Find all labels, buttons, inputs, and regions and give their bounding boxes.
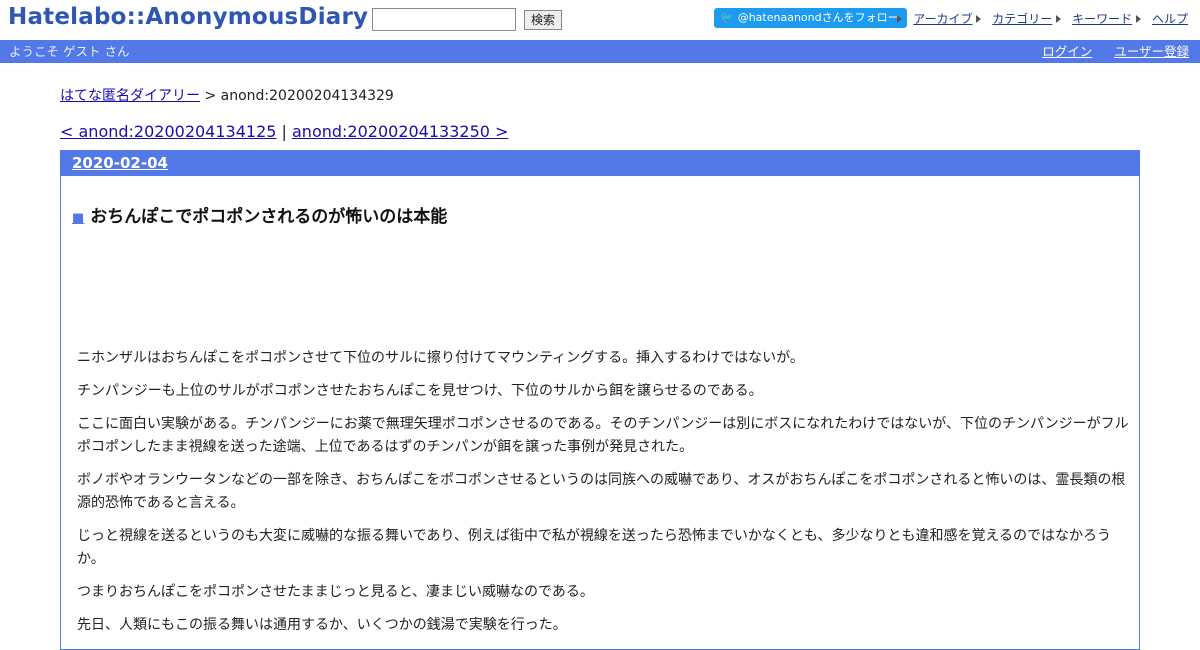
breadcrumb-separator: > (200, 88, 221, 104)
entry-paragraph: じっと視線を送るというのも大変に威嚇的な振る舞いであり、例えば街中で私が視線を送… (77, 528, 1112, 567)
search-input[interactable] (372, 8, 516, 31)
day-header: 2020-02-04 (61, 150, 1139, 176)
entry-paragraph: つまりおちんぽこをポコポンさせたままじっと見ると、凄まじい威嚇なのである。 (77, 584, 594, 600)
entry-title-text: おちんぽこでポコポンされるのが怖いのは本能 (90, 207, 448, 227)
top-links: アーカイブ カテゴリー キーワード ヘルプ (897, 10, 1188, 27)
entry-title: ■ おちんぽこでポコポンされるのが怖いのは本能 (72, 202, 447, 227)
site-logo[interactable]: Hatelabo::AnonymousDiary (8, 4, 368, 30)
arrow-icon (1056, 15, 1062, 23)
entry-permalink-icon[interactable]: ■ (72, 211, 84, 226)
register-link[interactable]: ユーザー登録 (1114, 44, 1189, 59)
twitter-follow-button[interactable]: 🐦 @hatenaanondさんをフォロー (714, 8, 907, 28)
day-section: 2020-02-04 ■ おちんぽこでポコポンされるのが怖いのは本能 ニホンザルは… (60, 150, 1140, 650)
site-header: Hatelabo::AnonymousDiary 検索 🐦 @hatenaanon… (0, 0, 1200, 40)
entry-body: ニホンザルはおちんぽこをポコポンさせて下位のサルに擦り付けてマウンティングする。… (77, 347, 1131, 647)
next-entry-link[interactable]: anond:20200204133250 > (292, 122, 508, 141)
archive-link[interactable]: アーカイブ (913, 12, 972, 26)
breadcrumb: はてな匿名ダイアリー > anond:20200204134329 (60, 85, 394, 105)
welcome-text: ようこそ ゲスト さん (9, 44, 130, 59)
arrow-icon (897, 15, 903, 23)
help-link[interactable]: ヘルプ (1152, 12, 1188, 26)
follow-label: @hatenaanondさんをフォロー (737, 11, 899, 24)
auth-links: ログイン ユーザー登録 (1020, 40, 1189, 63)
entry-paragraph: チンパンジーも上位のサルがポコポンさせたおちんぽこを見せつけ、下位のサルから餌を… (77, 383, 763, 399)
arrow-icon (976, 15, 982, 23)
entry-paragraph: ニホンザルはおちんぽこをポコポンさせて下位のサルに擦り付けてマウンティングする。… (77, 350, 804, 366)
category-link[interactable]: カテゴリー (992, 12, 1052, 26)
entry-paragraph: ボノボやオランウータンなどの一部を除き、おちんぽこをポコポンさせるというのは同族… (77, 472, 1126, 511)
entry-pager: < anond:20200204134125 | anond:202002041… (60, 122, 508, 141)
day-date-link[interactable]: 2020-02-04 (72, 154, 168, 172)
login-link[interactable]: ログイン (1042, 44, 1092, 59)
entry-paragraph: ここに面白い実験がある。チンパンジーにお薬で無理矢理ポコポンさせるのである。その… (77, 416, 1129, 455)
keyword-link[interactable]: キーワード (1072, 12, 1132, 26)
prev-entry-link[interactable]: < anond:20200204134125 (60, 122, 276, 141)
breadcrumb-current: anond:20200204134329 (220, 88, 394, 104)
arrow-icon (1135, 15, 1141, 23)
pager-divider: | (276, 122, 292, 141)
user-bar: ようこそ ゲスト さん ログイン ユーザー登録 (0, 40, 1200, 63)
twitter-bird-icon: 🐦 (720, 11, 734, 24)
breadcrumb-home-link[interactable]: はてな匿名ダイアリー (60, 88, 200, 104)
entry-paragraph: 先日、人類にもこの振る舞いは通用するか、いくつかの銭湯で実験を行った。 (77, 617, 567, 633)
search-button[interactable]: 検索 (524, 10, 563, 30)
